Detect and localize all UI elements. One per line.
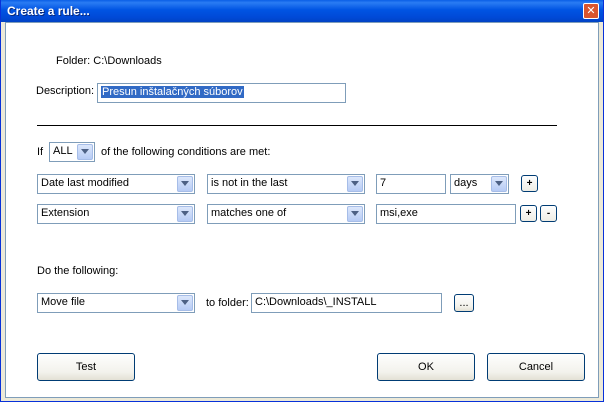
chevron-down-icon (347, 176, 363, 192)
to-folder-label: to folder: (206, 297, 249, 309)
create-rule-dialog: Create a rule... ✕ Folder: C:\Downloads … (0, 0, 604, 402)
match-mode-value: ALL (53, 145, 73, 157)
close-button[interactable]: ✕ (583, 3, 599, 19)
dialog-body: Folder: C:\Downloads Description: Presun… (5, 22, 599, 398)
cancel-button[interactable]: Cancel (487, 353, 585, 381)
condition-1-value-field[interactable]: 7 (376, 174, 446, 194)
condition-2-field-select[interactable]: Extension (37, 204, 195, 224)
condition-1-operator-select[interactable]: is not in the last (207, 174, 365, 194)
description-field[interactable]: Presun inštalačných súborov (97, 83, 346, 103)
if-label: If (37, 146, 44, 158)
target-folder-value: C:\Downloads\_INSTALL (255, 296, 377, 308)
test-button[interactable]: Test (37, 353, 135, 381)
condition-2-value: msi,exe (380, 207, 418, 219)
plus-icon: + (526, 177, 533, 189)
chevron-down-icon (177, 176, 193, 192)
condition-1-unit-select[interactable]: days (450, 174, 509, 194)
browse-label: ... (459, 297, 469, 309)
minus-icon: - (546, 207, 551, 219)
condition-2-operator-value: matches one of (211, 207, 287, 219)
remove-condition-button[interactable]: - (540, 205, 557, 222)
close-icon: ✕ (586, 4, 596, 17)
cancel-button-label: Cancel (518, 361, 554, 373)
condition-1-unit-value: days (454, 177, 478, 189)
conditions-suffix-label: of the following conditions are met: (101, 146, 271, 158)
action-value: Move file (41, 296, 86, 308)
condition-1-field-select[interactable]: Date last modified (37, 174, 195, 194)
plus-icon: + (525, 207, 532, 219)
window-title: Create a rule... (7, 4, 90, 18)
description-value: Presun inštalačných súborov (101, 86, 244, 98)
chevron-down-icon (177, 206, 193, 222)
add-condition-button[interactable]: + (520, 205, 537, 222)
ok-button[interactable]: OK (377, 353, 475, 381)
condition-2-field-value: Extension (41, 207, 90, 219)
browse-folder-button[interactable]: ... (454, 294, 474, 312)
chevron-down-icon (491, 176, 507, 192)
folder-label: Folder: C:\Downloads (56, 55, 162, 67)
action-select[interactable]: Move file (37, 293, 195, 313)
chevron-down-icon (177, 295, 193, 311)
actions-label: Do the following: (37, 265, 119, 277)
condition-1-value: 7 (380, 177, 387, 189)
condition-2-value-field[interactable]: msi,exe (376, 204, 516, 224)
target-folder-field[interactable]: C:\Downloads\_INSTALL (251, 293, 442, 313)
condition-2-operator-select[interactable]: matches one of (207, 204, 365, 224)
ok-button-label: OK (418, 361, 434, 373)
condition-1-field-value: Date last modified (41, 177, 130, 189)
test-button-label: Test (75, 361, 97, 373)
separator (37, 125, 557, 126)
match-mode-select[interactable]: ALL (49, 142, 95, 162)
add-condition-button[interactable]: + (521, 175, 538, 192)
chevron-down-icon (77, 144, 93, 160)
condition-1-operator-value: is not in the last (211, 177, 288, 189)
title-bar[interactable]: Create a rule... ✕ (1, 0, 603, 22)
chevron-down-icon (347, 206, 363, 222)
description-label: Description: (36, 85, 95, 97)
